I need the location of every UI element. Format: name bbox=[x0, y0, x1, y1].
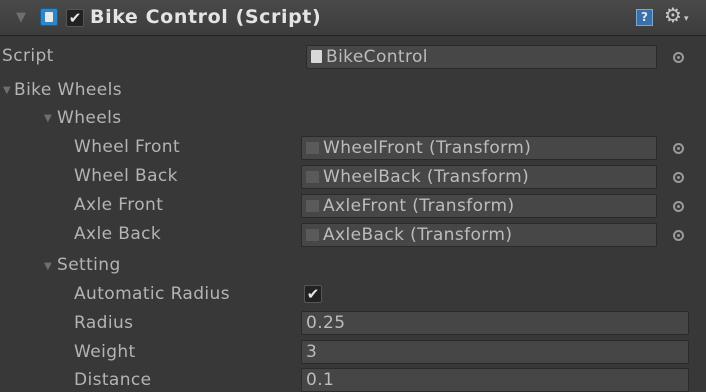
transform-icon bbox=[306, 200, 319, 212]
wheel-front-value: WheelFront (Transform) bbox=[323, 138, 532, 158]
axle-front-field[interactable]: AxleFront (Transform) bbox=[301, 194, 657, 218]
wheel-back-value: WheelBack (Transform) bbox=[323, 167, 530, 187]
component-foldout-icon[interactable]: ▼ bbox=[16, 11, 26, 24]
script-field-value: BikeControl bbox=[326, 47, 428, 67]
wheel-front-picker-icon[interactable] bbox=[673, 143, 684, 154]
transform-icon bbox=[306, 142, 319, 154]
automatic-radius-label: Automatic Radius bbox=[74, 284, 230, 304]
script-asset-icon bbox=[311, 50, 322, 63]
wheel-back-label: Wheel Back bbox=[74, 166, 178, 186]
bike-wheels-label[interactable]: Bike Wheels bbox=[14, 80, 122, 100]
transform-icon bbox=[306, 229, 319, 241]
distance-label: Distance bbox=[74, 370, 152, 390]
wheel-back-field[interactable]: WheelBack (Transform) bbox=[301, 165, 657, 189]
script-picker-icon[interactable] bbox=[673, 52, 684, 63]
axle-back-field[interactable]: AxleBack (Transform) bbox=[301, 223, 657, 247]
wheel-back-picker-icon[interactable] bbox=[673, 172, 684, 183]
component-enabled-checkbox[interactable]: ✔ bbox=[66, 9, 84, 27]
automatic-radius-checkbox[interactable]: ✔ bbox=[304, 285, 322, 303]
wheel-front-label: Wheel Front bbox=[74, 137, 181, 157]
wheel-front-field[interactable]: WheelFront (Transform) bbox=[301, 136, 657, 160]
axle-front-label: Axle Front bbox=[74, 195, 164, 215]
wheels-foldout-icon[interactable]: ▼ bbox=[44, 114, 52, 124]
gear-icon[interactable]: ⚙ bbox=[664, 3, 682, 27]
setting-foldout-icon[interactable]: ▼ bbox=[44, 262, 52, 272]
component-title: Bike Control (Script) bbox=[90, 6, 322, 28]
setting-label[interactable]: Setting bbox=[57, 255, 121, 275]
gear-caret-icon: ▾ bbox=[684, 14, 689, 24]
help-book-icon[interactable]: ? bbox=[636, 9, 653, 26]
bike-wheels-foldout-icon[interactable]: ▼ bbox=[3, 86, 11, 96]
cs-script-icon bbox=[40, 8, 58, 26]
axle-front-picker-icon[interactable] bbox=[673, 201, 684, 212]
radius-field[interactable]: 0.25 bbox=[301, 311, 689, 335]
distance-field[interactable]: 0.1 bbox=[301, 368, 689, 392]
axle-back-label: Axle Back bbox=[74, 224, 162, 244]
radius-label: Radius bbox=[74, 313, 134, 333]
component-header[interactable]: ▼ ✔ Bike Control (Script) ? ⚙ ▾ bbox=[0, 0, 706, 36]
wheels-label[interactable]: Wheels bbox=[57, 108, 121, 128]
weight-label: Weight bbox=[74, 342, 136, 362]
axle-back-picker-icon[interactable] bbox=[673, 230, 684, 241]
axle-front-value: AxleFront (Transform) bbox=[323, 196, 515, 216]
transform-icon bbox=[306, 171, 319, 183]
script-field[interactable]: BikeControl bbox=[306, 45, 657, 69]
script-label: Script bbox=[2, 46, 54, 66]
weight-field[interactable]: 3 bbox=[301, 340, 689, 364]
axle-back-value: AxleBack (Transform) bbox=[323, 225, 513, 245]
